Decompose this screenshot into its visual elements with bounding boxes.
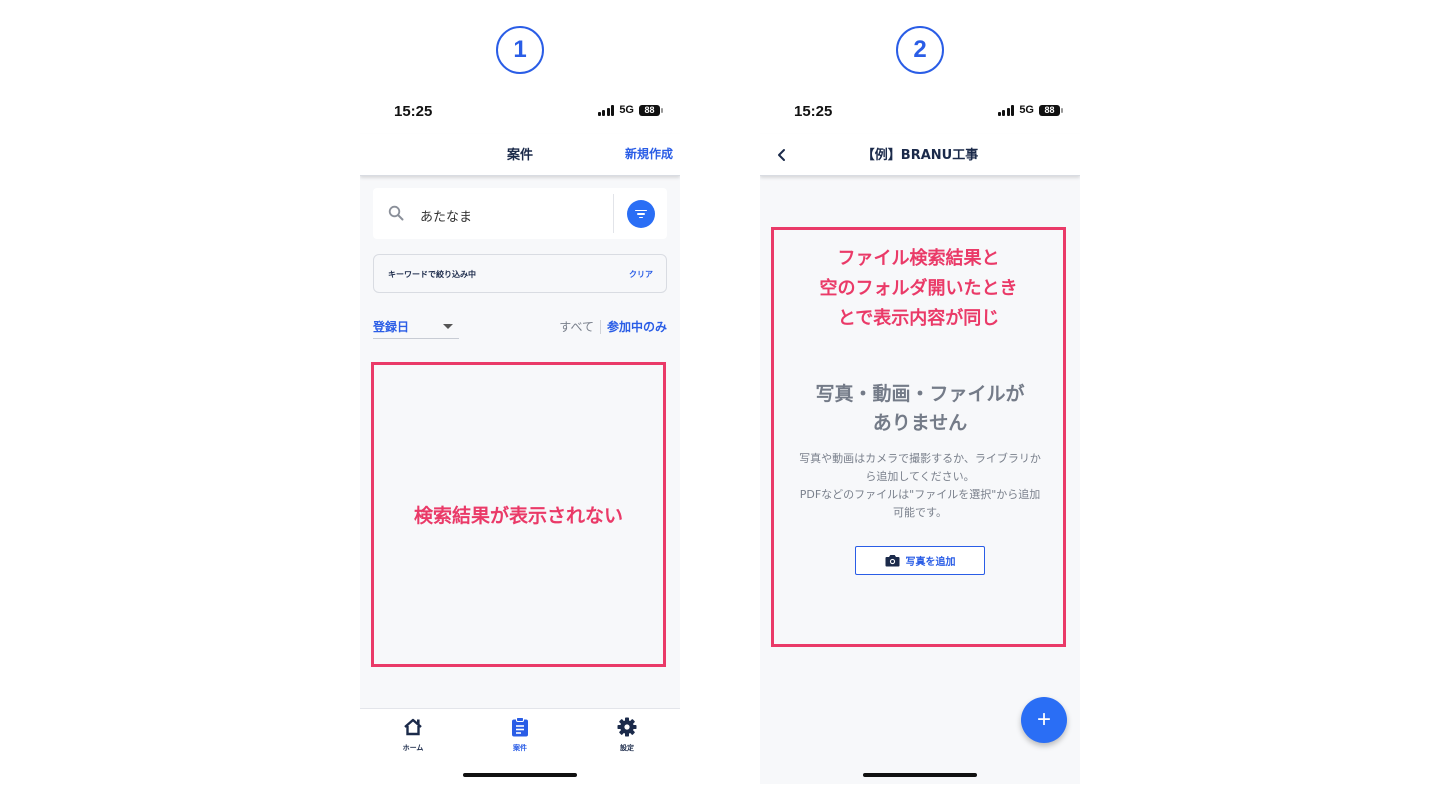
search-icon: [388, 205, 404, 221]
tab-label: ホーム: [402, 744, 424, 752]
clear-button[interactable]: クリア: [629, 269, 653, 280]
home-indicator: [863, 773, 977, 777]
empty-desc-line: ら追加してください。: [865, 470, 975, 483]
status-bar: 15:25 5G 88: [760, 88, 1080, 134]
empty-state-title: 写真・動画・ファイルが ありません: [760, 380, 1080, 438]
search-bar: あたなま: [373, 188, 667, 239]
filter-button[interactable]: [627, 200, 655, 228]
annotation-text: 検索結果が表示されない: [413, 505, 623, 527]
keyword-filter-chip: キーワードで絞り込み中 クリア: [373, 254, 667, 293]
annotation-line: とで表示内容が同じ: [837, 308, 1000, 329]
status-bar: 15:25 5G 88: [360, 88, 680, 134]
sort-selected-value: 登録日: [373, 320, 410, 334]
camera-icon: [885, 555, 899, 567]
phone-screen-1: 15:25 5G 88 案件 新規作成 あたなま キーワードで絞り込み中 クリア…: [360, 88, 680, 784]
nav-bar: 【例】BRANU工事: [760, 134, 1080, 176]
keyword-filter-label: キーワードで絞り込み中: [388, 270, 476, 279]
empty-title-line: 写真・動画・ファイルが: [815, 383, 1025, 405]
status-indicators: 5G 88: [597, 104, 663, 116]
tab-label: 設定: [620, 744, 634, 752]
phone-screen-2: 15:25 5G 88 【例】BRANU工事 ファイル検索結果と 空のフォルダ開…: [760, 88, 1080, 784]
empty-state-description: 写真や動画はカメラで撮影するか、ライブラリか ら追加してください。 PDFなどの…: [782, 450, 1058, 522]
step-number-2: 2: [896, 26, 944, 74]
home-indicator: [463, 773, 577, 777]
tab-settings[interactable]: 設定: [597, 717, 657, 753]
search-input[interactable]: あたなま: [420, 206, 472, 225]
sort-select[interactable]: 登録日: [373, 317, 459, 339]
signal-icon: [597, 104, 615, 116]
annotation-line: 空のフォルダ開いたとき: [819, 278, 1018, 299]
empty-desc-line: 写真や動画はカメラで撮影するか、ライブラリか: [799, 452, 1041, 465]
caret-down-icon: [443, 324, 453, 329]
battery-icon: 88: [639, 104, 663, 116]
tab-projects[interactable]: 案件: [490, 717, 550, 753]
add-fab-button[interactable]: +: [1021, 697, 1067, 743]
tab-home[interactable]: ホーム: [383, 717, 443, 753]
battery-icon: 88: [1039, 104, 1063, 116]
gear-icon: [617, 717, 637, 737]
add-photo-label: 写真を追加: [905, 557, 956, 568]
step-number-1: 1: [496, 26, 544, 74]
filter-all-option[interactable]: すべて: [559, 318, 594, 335]
search-divider: [613, 194, 614, 233]
annotation-text: ファイル検索結果と 空のフォルダ開いたとき とで表示内容が同じ: [774, 244, 1063, 334]
network-label: 5G: [1019, 104, 1034, 116]
annotation-box: 検索結果が表示されない: [371, 362, 666, 667]
clipboard-icon: [512, 717, 528, 737]
tab-label: 案件: [513, 744, 527, 752]
create-new-button[interactable]: 新規作成: [625, 145, 673, 162]
nav-bar: 案件 新規作成: [360, 134, 680, 176]
home-icon: [404, 718, 422, 736]
empty-desc-line: PDFなどのファイルは"ファイルを選択"から追加: [799, 488, 1041, 501]
empty-desc-line: 可能です。: [893, 506, 947, 519]
status-time: 15:25: [394, 103, 433, 120]
add-photo-button[interactable]: 写真を追加: [855, 546, 985, 575]
status-indicators: 5G 88: [997, 104, 1063, 116]
empty-title-line: ありません: [872, 412, 968, 434]
network-label: 5G: [619, 104, 634, 116]
page-title: 【例】BRANU工事: [861, 148, 979, 163]
annotation-line: ファイル検索結果と: [837, 248, 1000, 269]
status-time: 15:25: [794, 103, 833, 120]
filter-icon: [635, 209, 647, 212]
participation-filter: すべて 参加中のみ: [559, 318, 667, 335]
filter-participating-option[interactable]: 参加中のみ: [607, 318, 667, 335]
segment-divider: [599, 319, 601, 334]
signal-icon: [997, 104, 1015, 116]
